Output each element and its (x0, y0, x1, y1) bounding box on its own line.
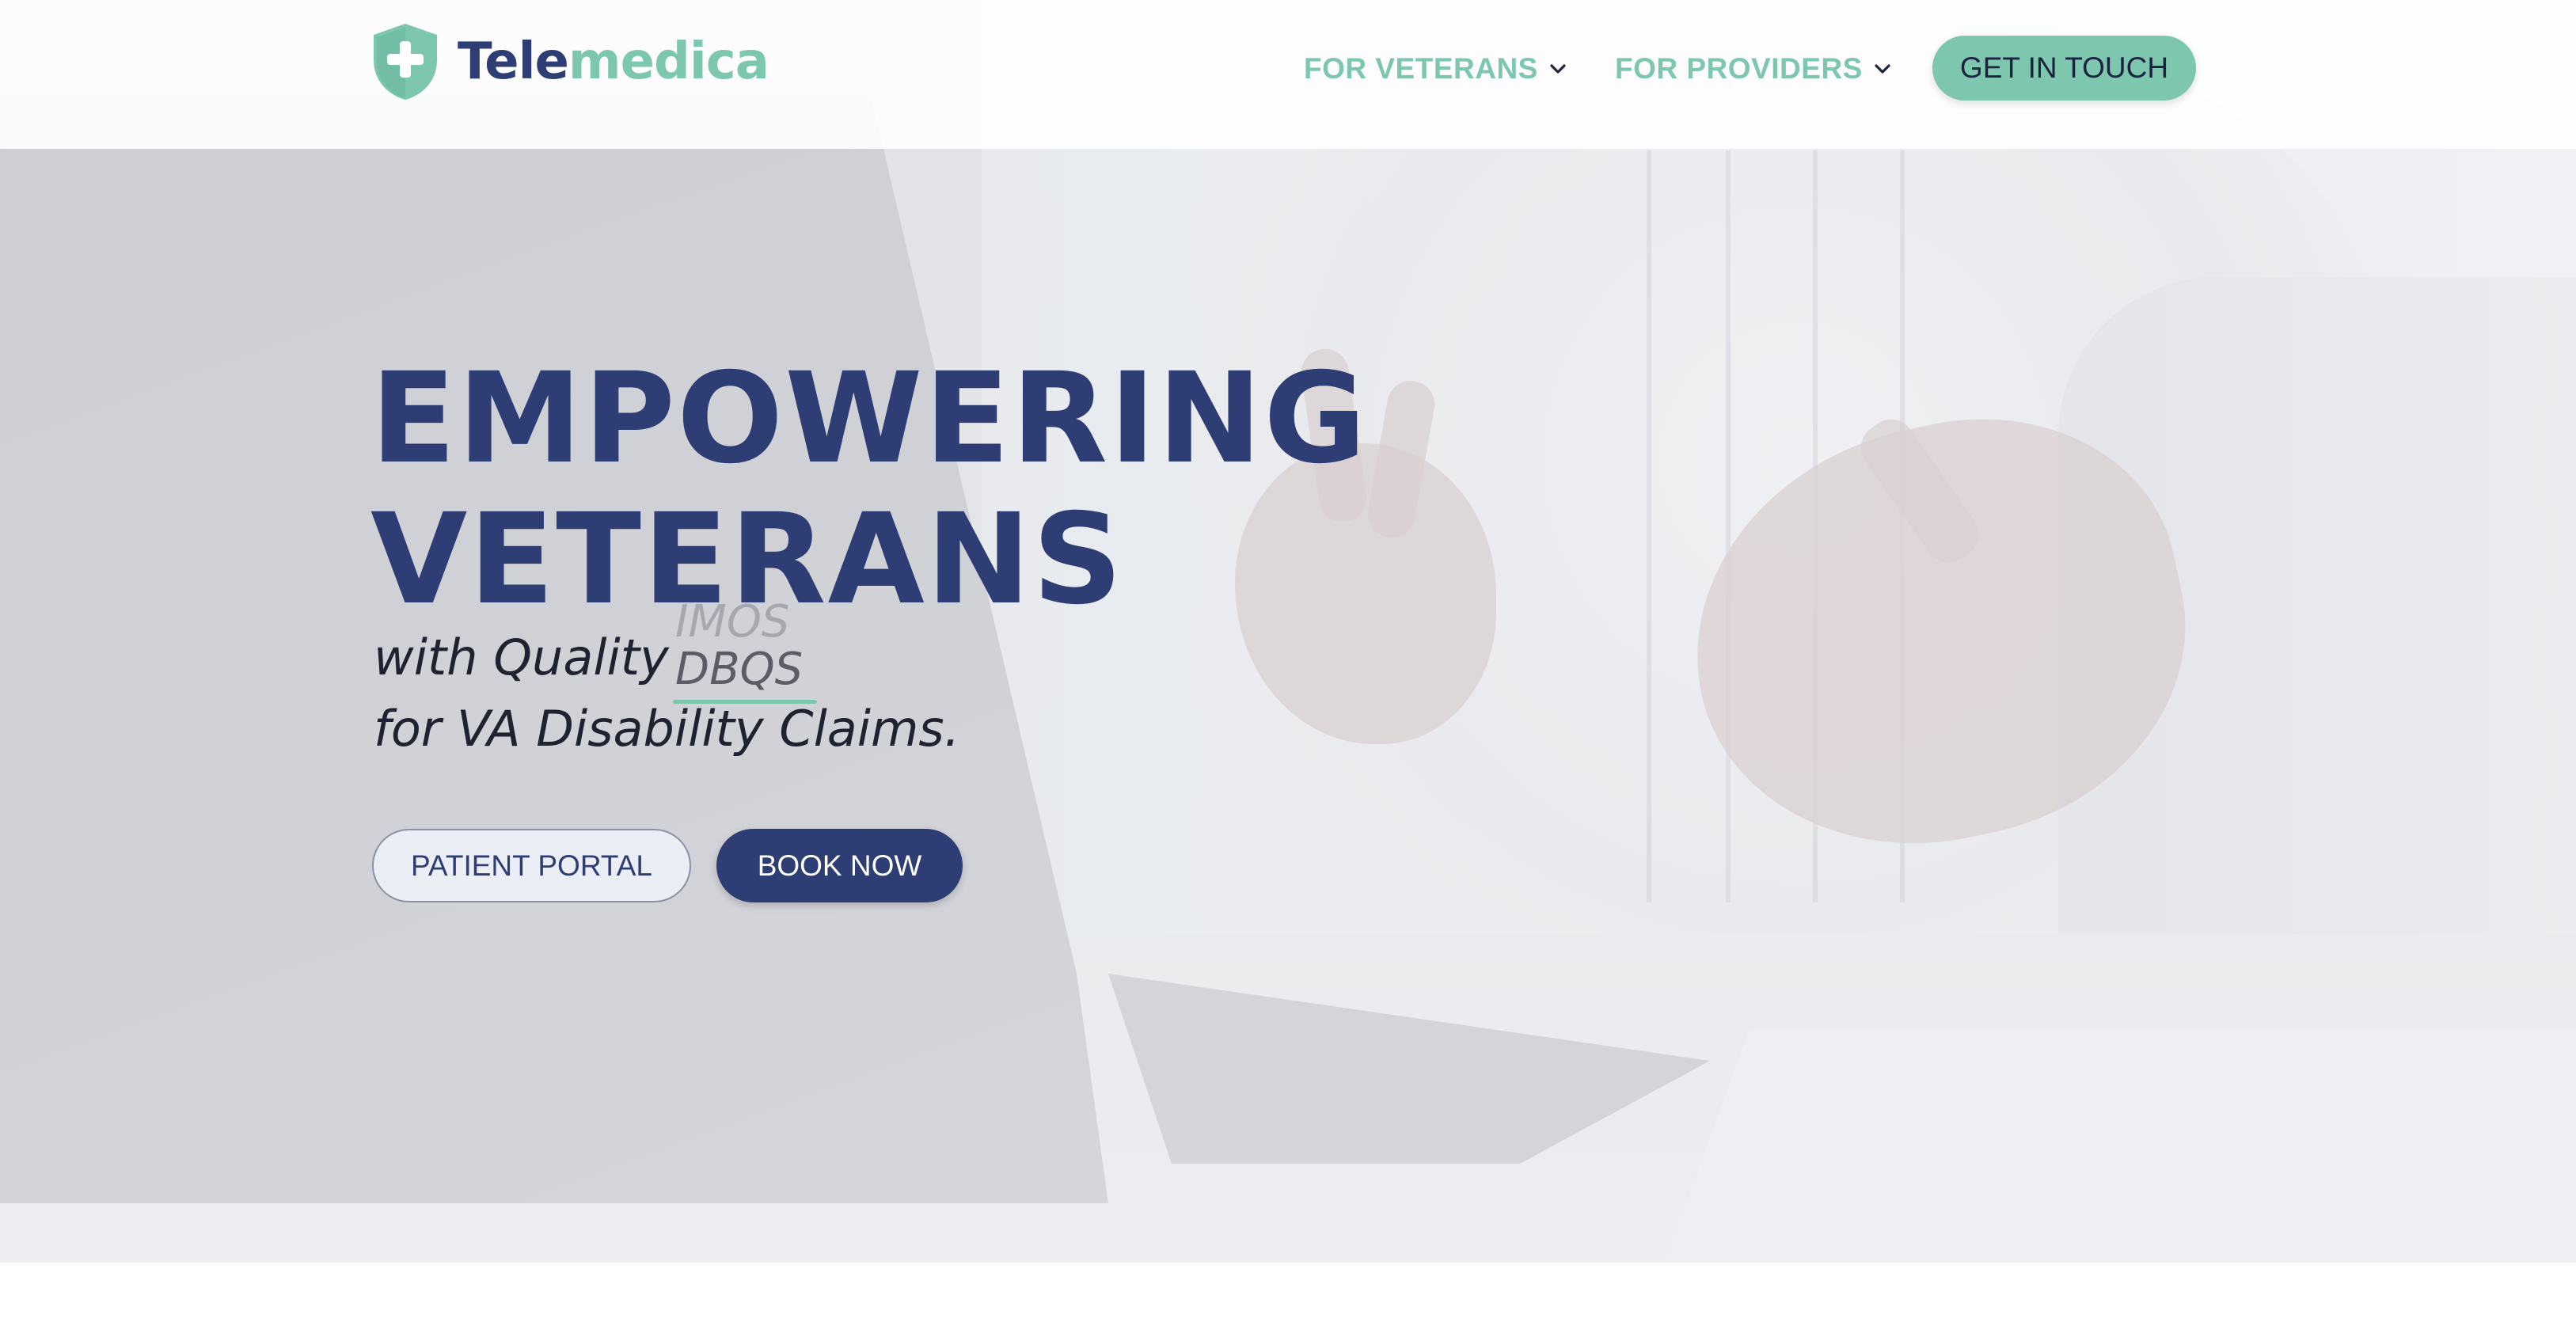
hero-tagline-prefix: with Quality (374, 629, 669, 686)
shield-plus-icon (374, 24, 437, 100)
nav-for-veterans-label: FOR VETERANS (1304, 52, 1538, 85)
hero-headline-line2: VETERANS (370, 487, 1124, 633)
brand-name-part1: Tele (458, 32, 569, 91)
hero-tagline-line2: for VA Disability Claims. (374, 700, 960, 758)
brand-name: Telemedica (458, 36, 769, 87)
get-in-touch-button[interactable]: GET IN TOUCH (1932, 36, 2196, 101)
nav-for-providers[interactable]: FOR PROVIDERS (1615, 49, 1893, 89)
rotating-word-current: DBQS (675, 644, 804, 695)
brand-logo[interactable]: Telemedica (370, 22, 769, 101)
chevron-down-icon (1550, 64, 1566, 74)
rotating-word-previous: IMOS (675, 596, 790, 648)
patient-portal-button[interactable]: PATIENT PORTAL (372, 829, 691, 902)
hero-headline-line1: EMPOWERING (370, 346, 1368, 492)
top-navbar: Telemedica FOR VETERANS FOR PROVIDERS GE… (0, 0, 2576, 149)
nav-for-veterans[interactable]: FOR VETERANS (1304, 49, 1568, 89)
chevron-down-icon (1875, 64, 1890, 74)
nav-for-providers-label: FOR PROVIDERS (1615, 52, 1863, 85)
book-now-button[interactable]: BOOK NOW (716, 829, 963, 902)
hero-headline: EMPOWERING VETERANS (370, 348, 1368, 630)
brand-name-part2: medica (568, 32, 769, 91)
